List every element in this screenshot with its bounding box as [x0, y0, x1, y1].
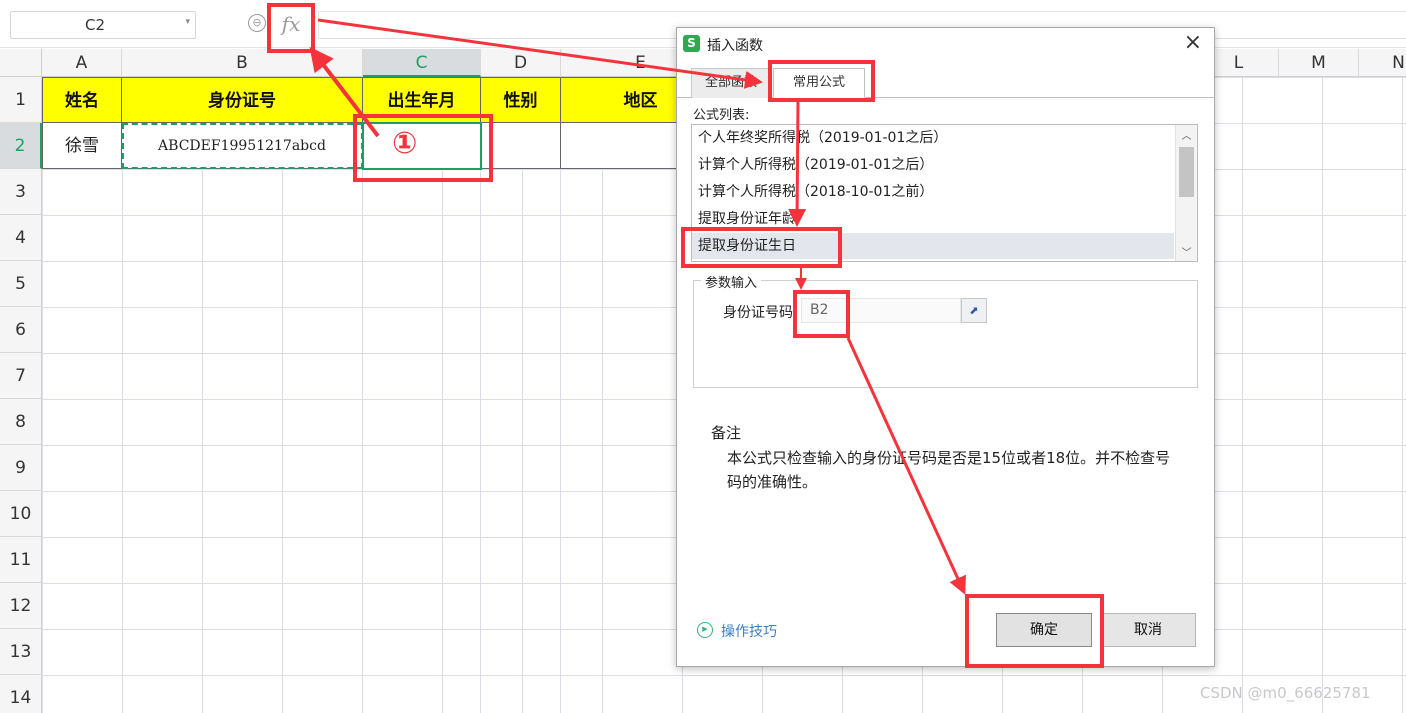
watermark: CSDN @m0_66625781 — [1200, 684, 1371, 702]
arrow-to-item — [788, 101, 807, 227]
annotation-arrows — [309, 18, 966, 595]
arrow-to-fx — [309, 46, 380, 138]
spreadsheet-window: C2 ▾ ⊖ fx A B C D E F G H I J K L M N 1 … — [0, 0, 1406, 713]
arrow-to-ok — [846, 337, 966, 595]
arrow-to-tab — [317, 18, 763, 89]
